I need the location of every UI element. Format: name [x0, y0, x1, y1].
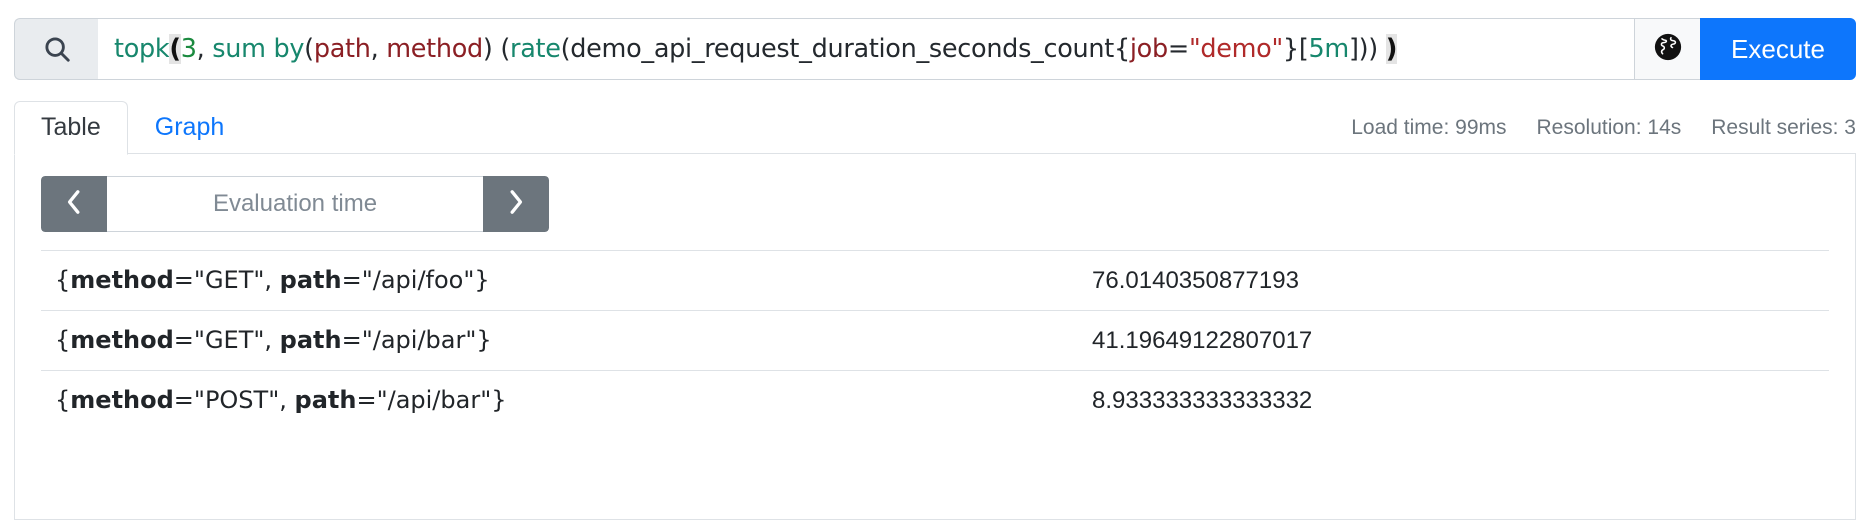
- value-cell: 41.19649122807017: [1078, 310, 1829, 371]
- execute-button[interactable]: Execute: [1700, 18, 1856, 80]
- table-row: {method="GET", path="/api/bar"} 41.196491…: [41, 310, 1829, 371]
- chevron-right-icon: [505, 188, 527, 221]
- expression-token-16: 5m: [1308, 34, 1350, 64]
- expression-text: topk(3, sum by(path, method) (rate(demo_…: [114, 34, 1397, 64]
- evaluation-time-input[interactable]: Evaluation time: [107, 176, 483, 232]
- metric-label-name: method: [70, 326, 174, 354]
- expression-token-9: ) (: [482, 34, 511, 64]
- value-cell: 8.933333333333332: [1078, 370, 1829, 430]
- expression-browser-page: topk(3, sum by(path, method) (rate(demo_…: [0, 0, 1870, 524]
- expression-token-17: ])): [1348, 34, 1386, 64]
- chevron-left-icon: [63, 188, 85, 221]
- expression-token-15: }[: [1282, 34, 1309, 64]
- results-tabs: Table Graph: [14, 96, 1856, 155]
- metric-label-name: path: [294, 386, 357, 414]
- expression-token-14: "demo": [1188, 34, 1283, 64]
- search-icon-container: [14, 18, 98, 80]
- expression-token-3: ,: [196, 34, 213, 64]
- table-row: {method="POST", path="/api/bar"} 8.933333…: [41, 370, 1829, 430]
- expression-token-5: (: [304, 34, 314, 64]
- results-table: {method="GET", path="/api/foo"} 76.014035…: [41, 250, 1829, 430]
- evaluation-time-control: Evaluation time: [41, 176, 549, 232]
- metric-label-set: {method="POST", path="/api/bar"}: [55, 386, 507, 414]
- expression-token-4: sum by: [212, 34, 305, 64]
- search-icon: [42, 34, 72, 64]
- expression-token-12: job: [1129, 34, 1168, 64]
- metric-cell: {method="GET", path="/api/bar"}: [41, 310, 1079, 371]
- metric-label-name: method: [70, 266, 174, 294]
- results-table-body: {method="GET", path="/api/foo"} 76.014035…: [41, 250, 1829, 430]
- metric-label-name: path: [279, 266, 342, 294]
- metric-value: 76.0140350877193: [1092, 266, 1299, 294]
- globe-icon: [1653, 32, 1683, 67]
- evaluation-time-prev-button[interactable]: [41, 176, 107, 232]
- metric-cell: {method="POST", path="/api/bar"}: [41, 370, 1079, 430]
- table-row: {method="GET", path="/api/foo"} 76.014035…: [41, 250, 1829, 311]
- metric-label-name: method: [70, 386, 174, 414]
- metric-label-set: {method="GET", path="/api/foo"}: [55, 266, 490, 294]
- expression-input[interactable]: topk(3, sum by(path, method) (rate(demo_…: [98, 18, 1634, 80]
- evaluation-time-next-button[interactable]: [483, 176, 549, 232]
- expression-token-11: (demo_api_request_duration_seconds_count…: [560, 34, 1131, 64]
- metric-value: 41.19649122807017: [1092, 326, 1313, 354]
- value-cell: 76.0140350877193: [1078, 250, 1829, 311]
- metrics-explorer-button[interactable]: [1634, 18, 1700, 80]
- expression-token-6: path: [313, 34, 371, 64]
- results-panel: Evaluation time {method="GET", path="/ap…: [14, 153, 1856, 520]
- expression-token-7: ,: [370, 34, 387, 64]
- metric-label-set: {method="GET", path="/api/bar"}: [55, 326, 492, 354]
- query-bar: topk(3, sum by(path, method) (rate(demo_…: [14, 18, 1856, 80]
- expression-token-8: method: [386, 34, 483, 64]
- metric-value: 8.933333333333332: [1092, 386, 1313, 414]
- metric-cell: {method="GET", path="/api/foo"}: [41, 250, 1079, 311]
- metric-label-name: path: [279, 326, 342, 354]
- results-tabs-row: Table Graph Load time: 99ms Resolution: …: [14, 96, 1856, 155]
- tab-table[interactable]: Table: [14, 101, 128, 155]
- expression-token-13: =: [1167, 34, 1189, 64]
- expression-token-10: rate: [510, 34, 561, 64]
- expression-token-0: topk: [114, 34, 170, 64]
- expression-token-2: 3: [180, 34, 197, 64]
- tab-graph[interactable]: Graph: [128, 101, 251, 155]
- expression-token-18: ): [1385, 34, 1398, 64]
- expression-token-1: (: [169, 34, 181, 64]
